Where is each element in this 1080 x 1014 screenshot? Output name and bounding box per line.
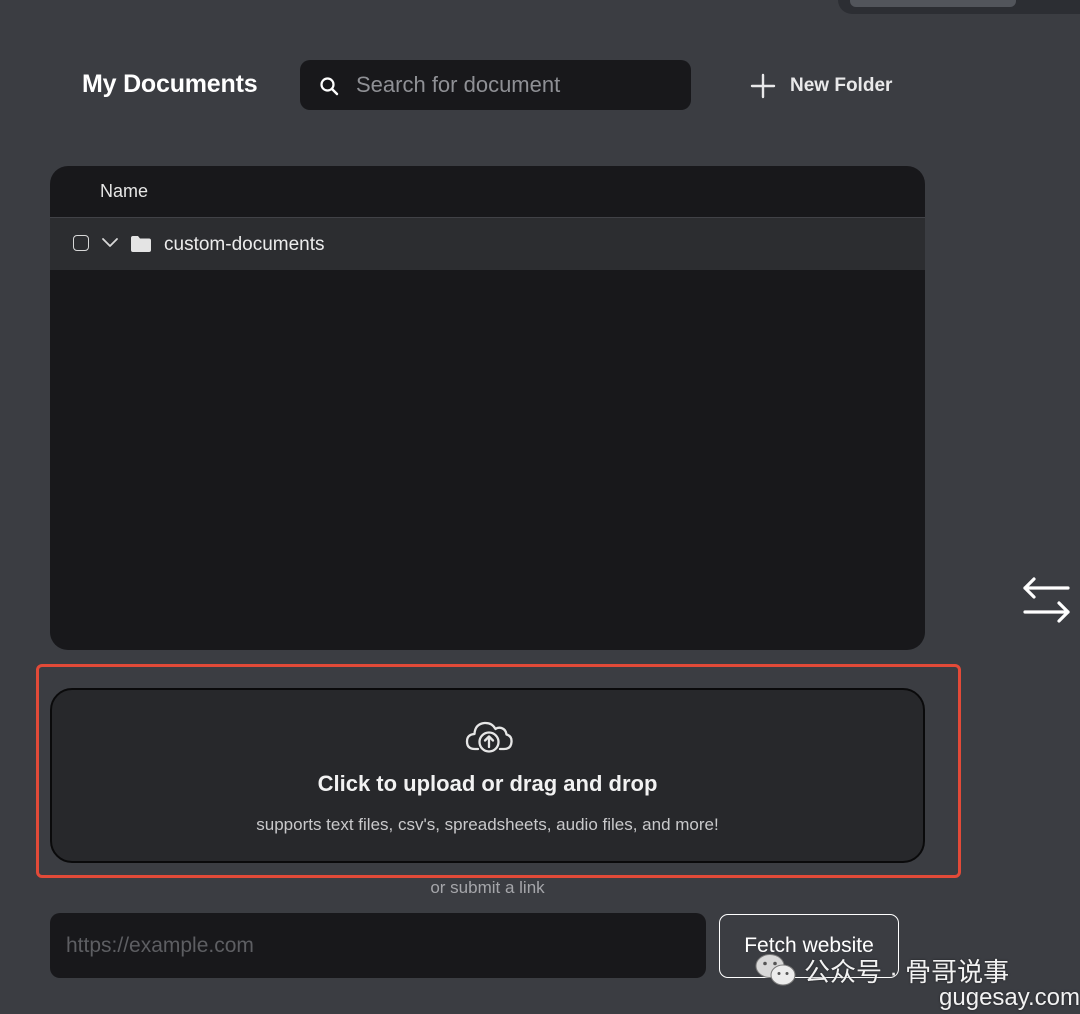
column-header-name[interactable]: Name — [100, 181, 148, 202]
top-window-fragment — [838, 0, 1080, 14]
watermark-site: gugesay.com — [939, 984, 1080, 1011]
new-folder-button[interactable]: New Folder — [750, 70, 892, 102]
plus-icon — [750, 73, 776, 99]
search-input[interactable] — [356, 60, 676, 110]
wechat-icon — [755, 954, 796, 986]
search-icon — [320, 77, 339, 96]
folder-icon — [131, 236, 151, 252]
list-item[interactable]: custom-documents — [50, 218, 925, 270]
swap-arrows-icon[interactable] — [1020, 574, 1074, 626]
top-tab-fragment — [850, 0, 1016, 7]
row-checkbox[interactable] — [73, 235, 89, 251]
table-header: Name — [50, 166, 925, 218]
search-box[interactable] — [300, 60, 691, 110]
url-input[interactable] — [50, 913, 706, 978]
new-folder-label: New Folder — [790, 75, 893, 96]
upload-dropzone[interactable]: Click to upload or drag and drop support… — [50, 688, 925, 863]
submit-link-divider: or submit a link — [430, 878, 545, 897]
upload-title: Click to upload or drag and drop — [317, 771, 658, 796]
chevron-down-icon[interactable] — [101, 235, 119, 249]
page-title: My Documents — [82, 70, 258, 98]
documents-panel: Name custom-documents — [50, 166, 925, 650]
row-label: custom-documents — [164, 234, 325, 255]
cloud-upload-icon — [465, 721, 513, 753]
watermark: 公众号 · 骨哥说事 gugesay.com — [754, 950, 1080, 1014]
upload-subtitle: supports text files, csv's, spreadsheets… — [256, 815, 719, 834]
